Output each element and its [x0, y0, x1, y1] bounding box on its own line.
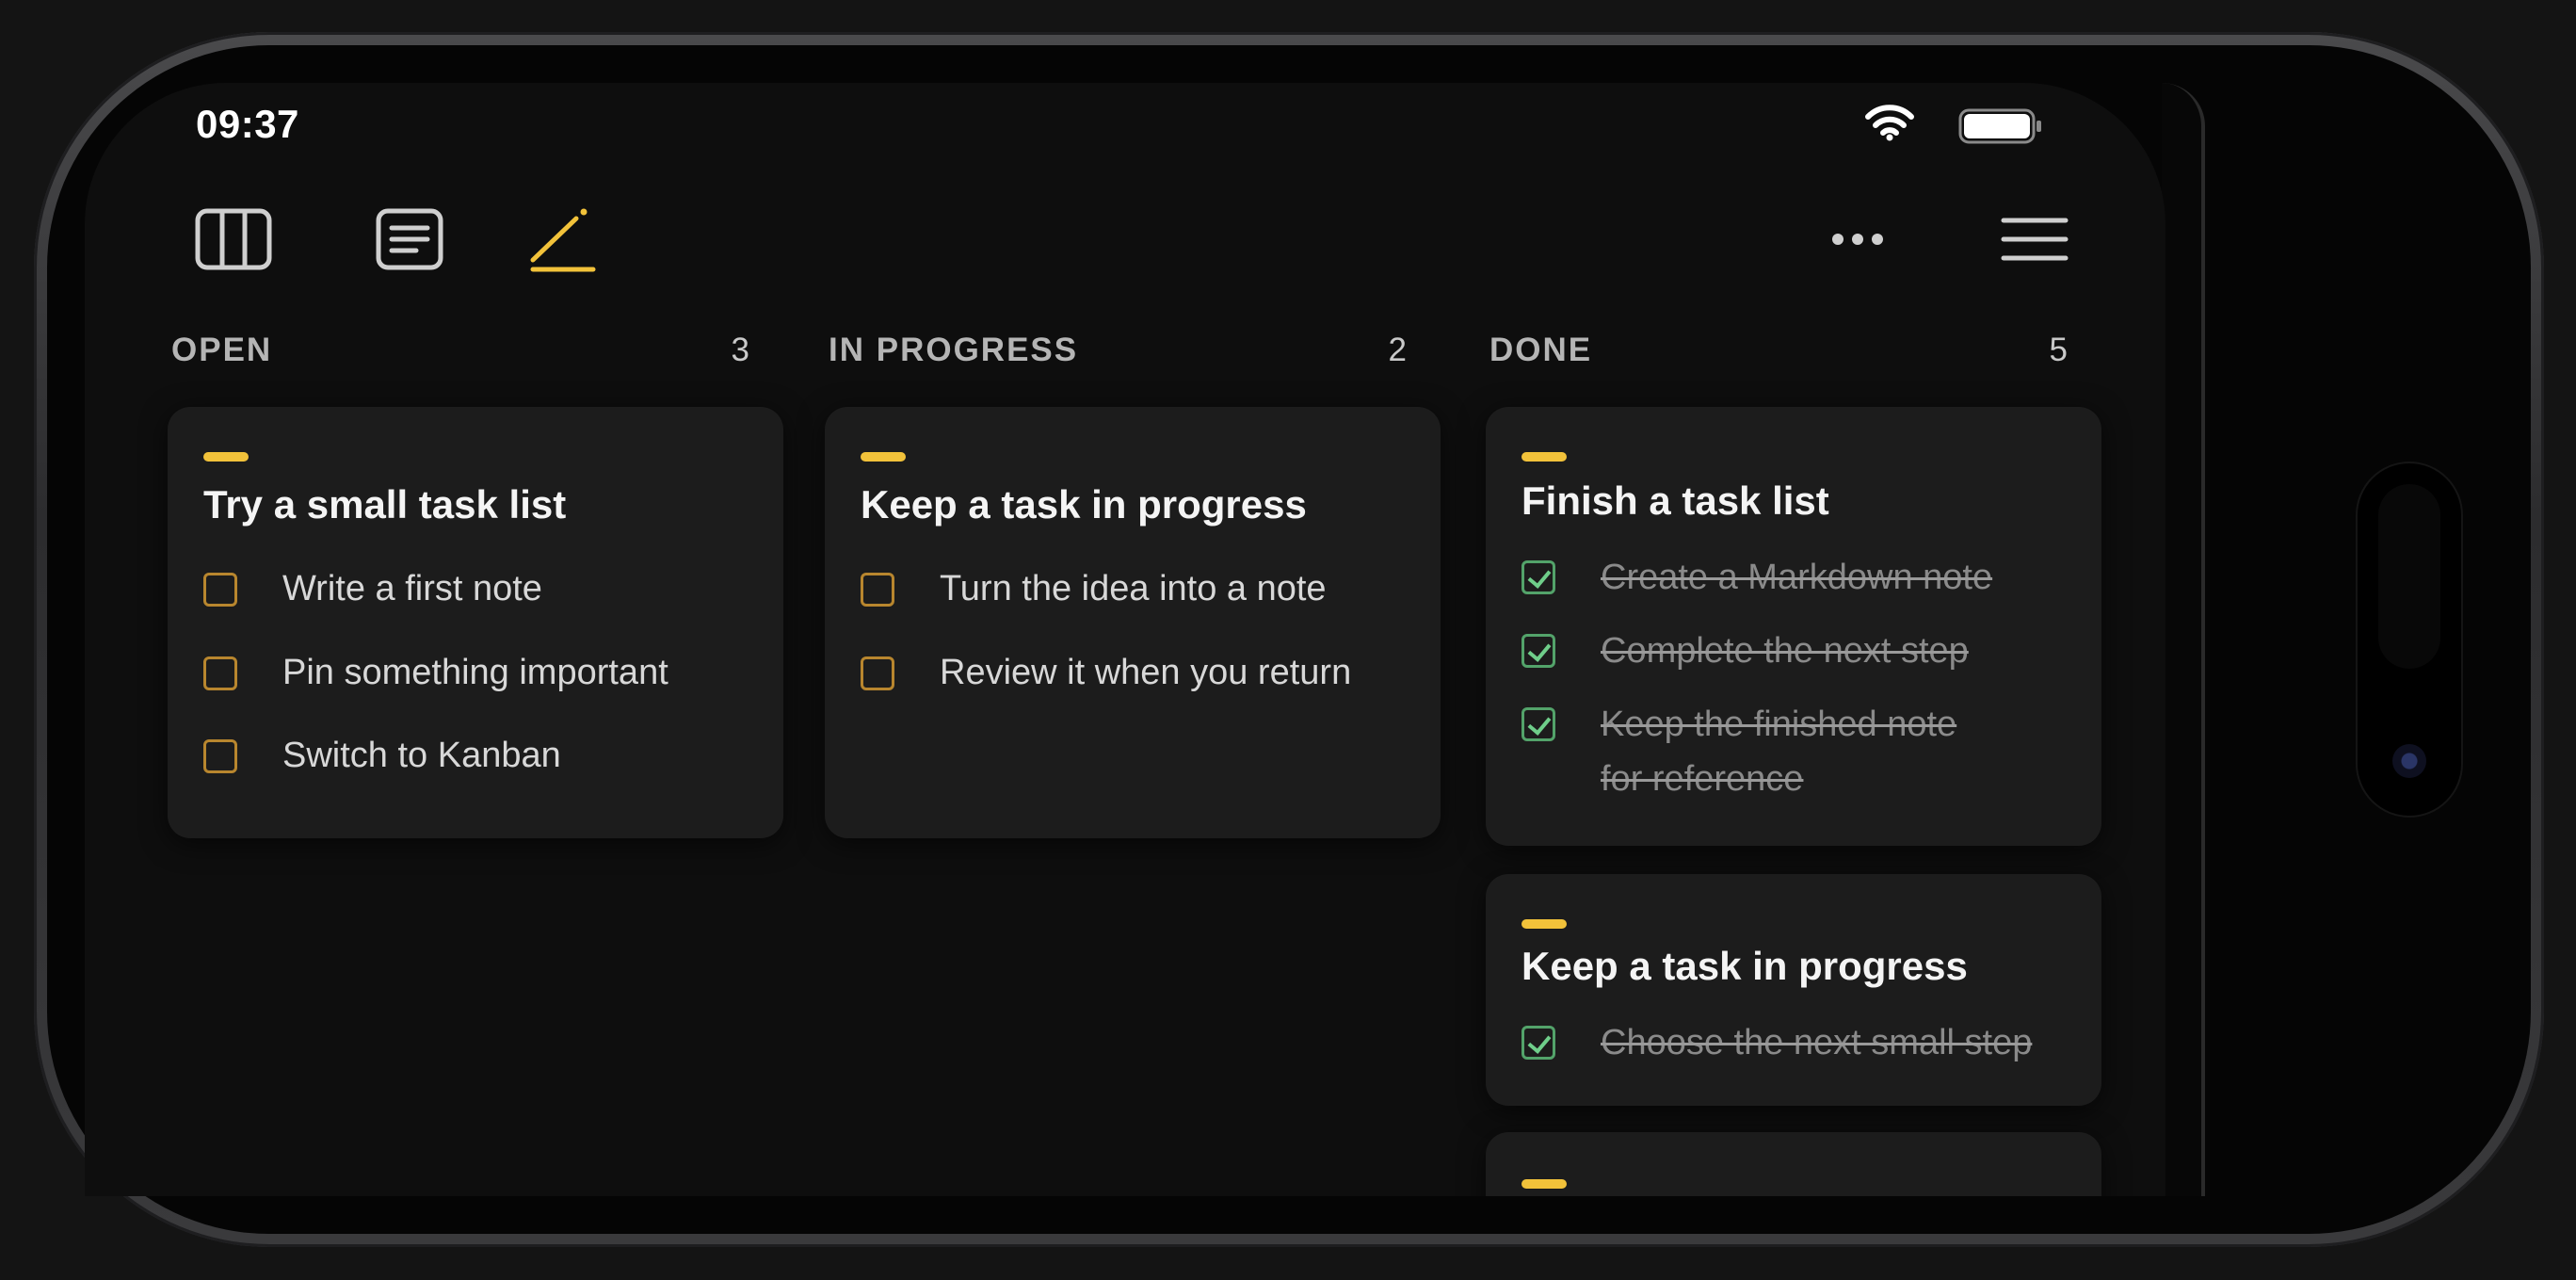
app-screen: 09:37 OPEN 3 Try a small task list Write…	[85, 83, 2165, 1196]
task-text: Keep the finished note for reference	[1601, 705, 1957, 799]
checked-checkbox-icon[interactable]	[1521, 1026, 1555, 1060]
checkbox[interactable]	[203, 656, 237, 690]
task-item: Complete the next step	[1521, 624, 1969, 678]
screen-edge	[2162, 83, 2205, 1196]
note-icon[interactable]	[369, 203, 450, 275]
task-text: Complete the next step	[1601, 631, 1969, 671]
card-title: Try a small task list	[203, 482, 567, 527]
board-icon[interactable]	[192, 203, 273, 275]
column-count: 5	[2049, 332, 2068, 368]
card-title: Keep a task in progress	[1521, 944, 1968, 988]
column-count: 3	[731, 332, 749, 368]
card-accent-bar	[203, 452, 249, 462]
task-text: Create a Markdown note	[1601, 558, 1993, 597]
camera-icon	[2392, 744, 2426, 778]
card-accent-bar	[1521, 1179, 1567, 1189]
battery-icon	[1958, 108, 2041, 144]
task-card[interactable]: Finish a task list Create a Markdown not…	[1486, 407, 2101, 846]
task-card[interactable]	[1486, 1132, 2101, 1196]
card-title: Keep a task in progress	[861, 482, 1307, 527]
task-item: Keep the finished note for reference	[1521, 697, 1964, 806]
column-title: IN PROGRESS	[829, 332, 1079, 368]
menu-icon[interactable]	[1994, 203, 2075, 275]
checkbox[interactable]	[203, 739, 237, 773]
task-text: Review it when you return	[940, 653, 1352, 692]
task-item: Write a first note	[203, 569, 542, 609]
task-text: Switch to Kanban	[282, 736, 561, 775]
more-icon[interactable]	[1817, 203, 1898, 275]
column-header: DONE 5	[1486, 330, 2101, 371]
task-text: Choose the next small step	[1601, 1023, 2033, 1062]
task-card[interactable]: Try a small task list Write a first note…	[168, 407, 783, 838]
checkbox[interactable]	[203, 573, 237, 607]
column-count: 2	[1388, 332, 1407, 368]
status-time: 09:37	[196, 102, 299, 146]
task-card[interactable]: Keep a task in progress Turn the idea in…	[825, 407, 1441, 838]
task-text: Pin something important	[282, 653, 668, 692]
task-text: Turn the idea into a note	[940, 569, 1327, 608]
task-item: Pin something important	[203, 653, 668, 693]
task-item: Switch to Kanban	[203, 736, 561, 776]
task-item: Choose the next small step	[1521, 1015, 2032, 1070]
task-item: Turn the idea into a note	[861, 569, 1327, 609]
card-accent-bar	[1521, 452, 1567, 462]
sensor-slot	[2378, 484, 2440, 669]
column-header: IN PROGRESS 2	[825, 330, 1441, 371]
edit-icon[interactable]	[523, 203, 604, 275]
card-accent-bar	[861, 452, 906, 462]
column-title: OPEN	[171, 332, 273, 368]
card-title: Finish a task list	[1521, 478, 1829, 523]
card-accent-bar	[1521, 919, 1567, 929]
task-text: Write a first note	[282, 569, 542, 608]
wifi-icon	[1865, 105, 1914, 141]
column-in-progress: IN PROGRESS 2 Keep a task in progress Tu…	[825, 330, 1441, 838]
dynamic-island	[2358, 463, 2461, 816]
checkbox[interactable]	[861, 656, 894, 690]
column-done: DONE 5 Finish a task list Create a Markd…	[1486, 330, 2101, 1196]
checked-checkbox-icon[interactable]	[1521, 707, 1555, 741]
task-item: Review it when you return	[861, 653, 1351, 693]
checked-checkbox-icon[interactable]	[1521, 634, 1555, 668]
column-title: DONE	[1489, 332, 1593, 368]
task-card[interactable]: Keep a task in progress Choose the next …	[1486, 874, 2101, 1106]
checkbox[interactable]	[861, 573, 894, 607]
column-header: OPEN 3	[168, 330, 783, 371]
task-item: Create a Markdown note	[1521, 550, 1992, 605]
column-open: OPEN 3 Try a small task list Write a fir…	[168, 330, 783, 838]
checked-checkbox-icon[interactable]	[1521, 560, 1555, 594]
